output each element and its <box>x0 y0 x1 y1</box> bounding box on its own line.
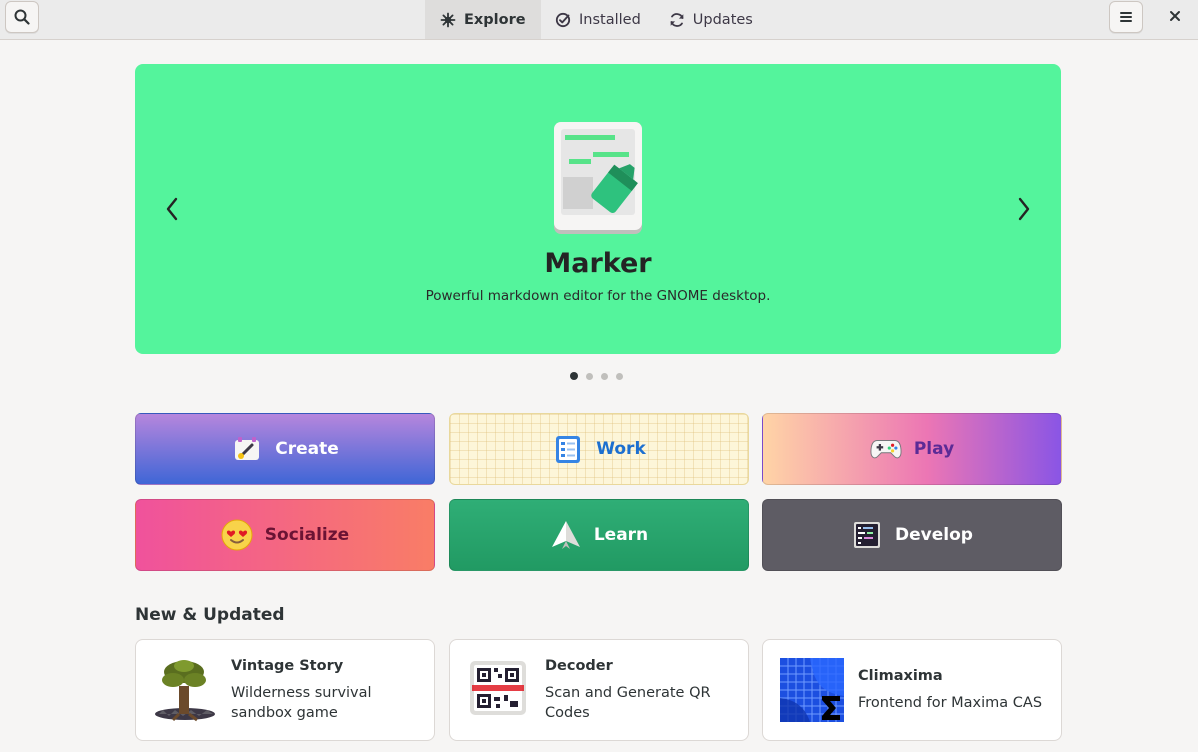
close-icon <box>1170 11 1180 21</box>
tab-updates[interactable]: Updates <box>655 0 767 39</box>
app-name: Decoder <box>545 658 613 674</box>
decoder-app-icon <box>470 659 534 723</box>
category-work-label: Work <box>596 439 646 459</box>
hamburger-menu-icon <box>1120 12 1132 22</box>
category-play[interactable]: Play <box>762 413 1062 485</box>
app-name: Vintage Story <box>231 658 344 674</box>
search-button[interactable] <box>5 1 39 33</box>
section-title-new-updated: New & Updated <box>135 605 285 625</box>
category-create[interactable]: Create <box>135 413 435 485</box>
app-card-vintage-story[interactable]: Vintage Story Wilderness survival sandbo… <box>135 639 435 741</box>
climaxima-app-icon <box>780 658 844 722</box>
carousel-dot-2[interactable] <box>586 372 593 380</box>
category-socialize-label: Socialize <box>264 525 350 545</box>
app-description: Scan and Generate QR Codes <box>545 685 711 721</box>
carousel-next-button[interactable] <box>1009 192 1039 226</box>
featured-app-description: Powerful markdown editor for the GNOME d… <box>425 288 771 304</box>
gamepad-icon <box>870 433 902 465</box>
carousel-dot-3[interactable] <box>601 372 608 380</box>
featured-carousel[interactable]: Marker Powerful markdown editor for the … <box>135 64 1061 354</box>
category-learn[interactable]: Learn <box>449 499 749 571</box>
carousel-dot-4[interactable] <box>616 372 623 380</box>
app-card-decoder[interactable]: Decoder Scan and Generate QR Codes <box>449 639 749 741</box>
chevron-right-icon <box>1018 197 1030 221</box>
create-icon <box>231 433 263 465</box>
app-name: Climaxima <box>858 668 943 684</box>
main-menu-button[interactable] <box>1109 1 1143 33</box>
view-switcher: Explore Installed Updates <box>425 0 767 39</box>
close-button[interactable] <box>1158 0 1192 32</box>
featured-app-title: Marker <box>544 248 652 279</box>
tab-installed[interactable]: Installed <box>541 0 655 39</box>
tab-updates-label: Updates <box>692 11 753 28</box>
heart-eyes-emoji-icon <box>221 519 253 551</box>
category-develop-label: Develop <box>895 525 973 545</box>
chevron-left-icon <box>166 197 178 221</box>
header-bar: Explore Installed Updates <box>0 0 1198 40</box>
marker-app-icon <box>553 121 643 235</box>
carousel-indicator <box>570 372 623 380</box>
app-card-climaxima[interactable]: Climaxima Frontend for Maxima CAS <box>762 639 1062 741</box>
category-work[interactable]: Work <box>449 413 749 485</box>
tab-installed-label: Installed <box>579 11 641 28</box>
category-socialize[interactable]: Socialize <box>135 499 435 571</box>
explore-icon <box>440 12 456 27</box>
refresh-icon <box>670 12 684 27</box>
category-create-label: Create <box>275 439 339 459</box>
app-description: Wilderness survival sandbox game <box>231 685 372 721</box>
vintage-story-app-icon <box>153 658 217 722</box>
terminal-icon <box>851 519 883 551</box>
category-develop[interactable]: Develop <box>762 499 1062 571</box>
tab-explore-label: Explore <box>464 11 526 28</box>
category-learn-label: Learn <box>593 525 649 545</box>
tab-explore[interactable]: Explore <box>425 0 541 39</box>
category-play-label: Play <box>913 439 955 459</box>
carousel-dot-1[interactable] <box>570 372 578 380</box>
paper-plane-icon <box>550 519 582 551</box>
carousel-previous-button[interactable] <box>157 192 187 226</box>
work-icon <box>552 433 584 465</box>
check-circle-icon <box>555 12 571 27</box>
app-description: Frontend for Maxima CAS <box>858 695 1043 711</box>
search-icon <box>14 9 30 25</box>
